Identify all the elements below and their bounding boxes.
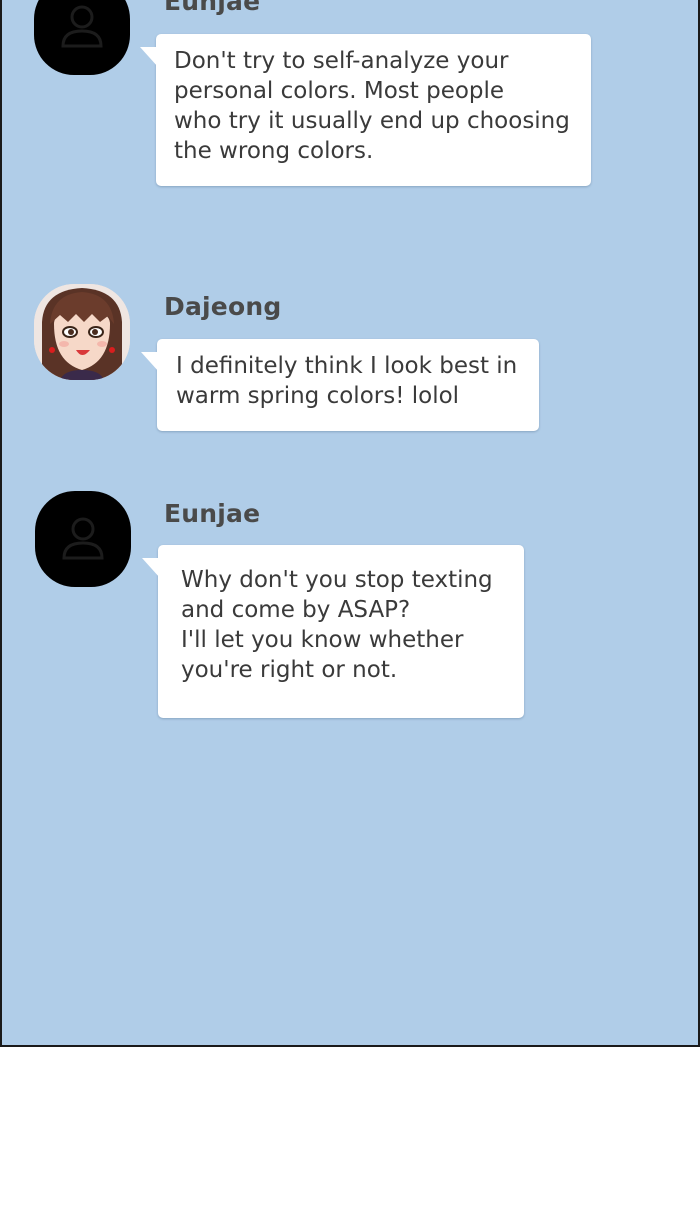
message-line: the wrong colors. — [174, 138, 374, 164]
message-line: and come by ASAP? — [181, 597, 411, 623]
eunjae-avatar[interactable] — [34, 0, 130, 75]
eunjae-avatar[interactable] — [35, 491, 131, 587]
sender-name: Eunjae — [164, 0, 261, 16]
sender-name: Eunjae — [164, 499, 261, 528]
dajeong-avatar[interactable] — [34, 284, 130, 380]
message-bubble[interactable]: Don't try to self-analyze your personal … — [140, 34, 591, 186]
message-line: I'll let you know whether — [181, 627, 464, 653]
chat-panel: Eunjae Don't try to self-analyze your pe… — [0, 0, 700, 1047]
message-bubble[interactable]: I definitely think I look best in warm s… — [141, 339, 539, 431]
blank-person-icon — [61, 5, 103, 48]
message-line: warm spring colors! lolol — [176, 383, 460, 409]
message-line: Why don't you stop texting — [181, 567, 493, 593]
message-line: Don't try to self-analyze your — [174, 48, 509, 74]
message-bubble[interactable]: Why don't you stop texting and come by A… — [142, 545, 524, 718]
message-line: you're right or not. — [181, 657, 398, 683]
message-line: who try it usually end up choosing — [174, 108, 570, 134]
dajeong-portrait — [34, 284, 130, 380]
sender-name: Dajeong — [164, 292, 282, 321]
message-line: I definitely think I look best in — [176, 353, 518, 379]
blank-person-icon — [62, 517, 104, 560]
message-line: personal colors. Most people — [174, 78, 505, 104]
